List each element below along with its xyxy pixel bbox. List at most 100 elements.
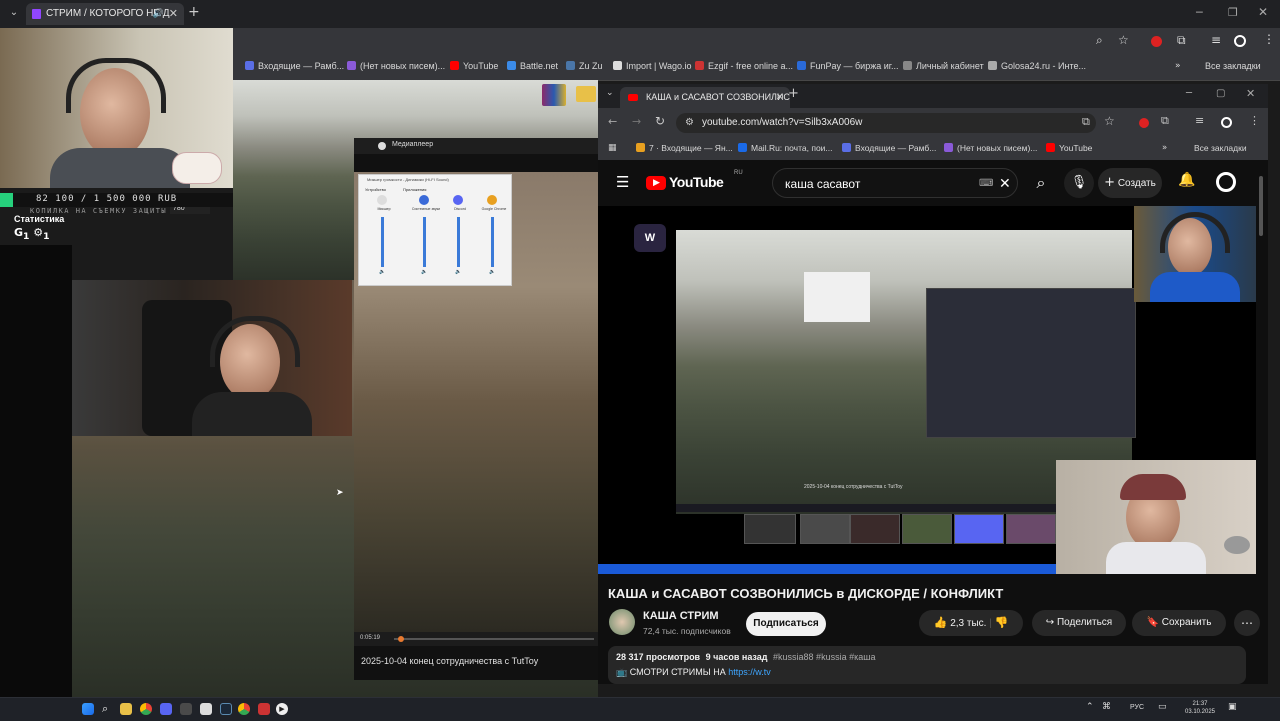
channel-name[interactable]: КАША СТРИМ [643,610,719,622]
more-actions-button[interactable]: ⋯ [1234,610,1260,636]
inner-bookmark-item[interactable]: (Нет новых писем)... [944,143,1037,153]
hashtags[interactable]: #kussia88 #kussia #каша [773,652,875,662]
clear-search-icon[interactable]: ✕ [999,169,1011,199]
inner-close-window-button[interactable]: ✕ [1246,87,1255,100]
app-icon-3[interactable] [200,703,212,715]
apps-grid-icon[interactable]: ▦ [608,143,617,153]
create-button[interactable]: + Создать [1098,168,1162,198]
seek-thumb[interactable] [398,636,404,642]
inner-bookmarks-overflow-icon[interactable]: » [1162,143,1167,153]
tab-search-button[interactable]: ⌄ [6,5,22,21]
close-tab-icon[interactable]: ✕ [169,3,178,25]
share-button[interactable]: ↪ Поделиться [1032,610,1126,636]
new-tab-button[interactable]: + [188,4,200,20]
keyboard-language[interactable]: РУС [1130,704,1144,711]
seek-bar[interactable] [394,638,594,640]
like-icon[interactable]: 👍 [934,616,948,629]
inner-bookmark-star-icon[interactable]: ☆ [1104,114,1115,128]
app-icon-1[interactable] [160,703,172,715]
inner-menu-icon[interactable]: ⋮ [1249,114,1260,127]
tray-monitor-icon[interactable]: ▭ [1158,702,1167,712]
inner-profile-icon[interactable] [1221,117,1232,128]
close-window-button[interactable]: ✕ [1258,5,1268,19]
video-player[interactable]: W 2025-10-04 конец сотрудничества с TutT… [598,206,1256,574]
bookmark-star-icon[interactable]: ☆ [1118,33,1129,47]
inner-maximize-button[interactable]: ▢ [1216,88,1225,99]
back-icon[interactable]: ← [608,115,617,128]
desktop-icon-winrar[interactable] [542,84,566,106]
volume-slider[interactable] [457,217,460,267]
inner-media-icon[interactable]: ≡ [1195,114,1204,127]
volume-slider[interactable] [491,217,494,267]
explorer-icon[interactable] [120,703,132,715]
inner-extension-icon[interactable] [1139,118,1149,128]
outer-bookmark-item[interactable]: Golosa24.ru - Инте... [988,61,1086,71]
install-icon[interactable]: ⧉ [1082,115,1090,129]
chrome-taskbar-icon-2[interactable] [238,703,250,715]
app-icon-2[interactable] [180,703,192,715]
account-avatar[interactable] [1216,172,1236,192]
speaker-icon[interactable]: 🔈 [421,269,427,275]
chrome-taskbar-icon[interactable] [140,703,152,715]
dislike-icon[interactable]: 👎 [995,616,1009,629]
outer-bookmark-item[interactable]: YouTube [450,61,498,71]
media-app-icon[interactable]: ▶ [276,703,288,715]
voice-search-icon[interactable]: 🎙 [1064,168,1094,198]
page-scrollbar[interactable] [1259,176,1263,236]
description-box[interactable]: 28 317 просмотров 9 часов назад #kussia8… [608,646,1246,684]
reload-icon[interactable]: ↻ [655,114,665,128]
save-button[interactable]: 🔖 Сохранить [1132,610,1226,636]
minimize-button[interactable]: ─ [1196,6,1203,19]
site-info-icon[interactable]: ⚙ [685,113,694,133]
search-icon[interactable]: ⌕ [1026,168,1056,198]
tab-audio-icon[interactable]: 🔊 [153,3,164,25]
extension-icon[interactable] [1151,36,1162,47]
inner-bookmark-item[interactable]: Mail.Ru: почта, пои... [738,143,833,153]
extensions-puzzle-icon[interactable]: ⧉ [1177,33,1186,48]
profile-icon[interactable] [1234,35,1246,47]
outer-active-tab[interactable]: СТРИМ / КОТОРОГО НЕ Д 🔊 ✕ [26,3,184,25]
outer-bookmark-item[interactable]: Battle.net [507,61,558,71]
forward-icon[interactable]: → [632,115,641,128]
volume-slider[interactable] [423,217,426,267]
outer-bookmark-item[interactable]: FunPay — биржа иг... [797,61,898,71]
inner-new-tab-button[interactable]: + [788,86,799,101]
inner-bookmark-item[interactable]: Входящие — Рамб... [842,143,936,153]
speaker-icon[interactable]: 🔈 [489,269,495,275]
hamburger-menu-icon[interactable]: ☰ [616,173,629,191]
outer-bookmark-item[interactable]: Ezgif - free online a... [695,61,793,71]
notifications-bell-icon[interactable]: 🔔 [1178,172,1195,188]
start-icon[interactable] [82,703,94,715]
outer-bookmark-item[interactable]: Личный кабинет [903,61,984,71]
volume-slider[interactable] [381,217,384,267]
app-icon-4[interactable] [258,703,270,715]
outer-bookmark-item[interactable]: Zu Zu [566,61,603,71]
media-control-icon[interactable]: ≡ [1211,33,1221,47]
taskbar-search-icon[interactable]: ⌕ [102,703,114,715]
tray-network-icon[interactable]: ⌘ [1102,702,1111,712]
outer-bookmark-item[interactable]: Входящие — Рамб... [245,61,344,71]
channel-avatar[interactable] [609,609,635,635]
description-link[interactable]: https://w.tv [728,667,771,677]
desktop-icon-folder[interactable] [576,86,596,102]
subscribe-button[interactable]: Подписаться [746,612,826,636]
steam-icon[interactable] [220,703,232,715]
inner-bookmark-item[interactable]: 7 · Входящие — Ян... [636,143,733,153]
bookmarks-overflow-icon[interactable]: » [1175,61,1181,71]
keyboard-icon[interactable]: ⌨ [979,169,993,199]
like-count[interactable]: 2,3 тыс. [950,618,986,629]
address-bar[interactable]: ⚙ youtube.com/watch?v=Silb3xA006w [676,113,1096,133]
tray-chevron-icon[interactable]: ⌃ [1086,702,1094,712]
notification-center-icon[interactable]: ▣ [1228,702,1237,712]
all-bookmarks[interactable]: Все закладки [1205,61,1261,71]
outer-bookmark-item[interactable]: (Нет новых писем)... [347,61,445,71]
inner-active-tab[interactable]: КАША и САСАВОТ СОЗВОНИЛИСЬ ✕ [620,87,790,108]
inner-minimize-button[interactable]: ─ [1186,88,1192,99]
tray-clock[interactable]: 21:37 03.10.2025 [1178,700,1222,716]
search-input[interactable]: каша сасавот ⌨ ✕ [772,168,1018,198]
inner-close-tab-icon[interactable]: ✕ [776,87,784,108]
speaker-icon[interactable]: 🔈 [379,269,385,275]
maximize-button[interactable]: ❐ [1228,6,1238,19]
speaker-icon[interactable]: 🔈 [455,269,461,275]
inner-puzzle-icon[interactable]: ⧉ [1161,114,1169,128]
